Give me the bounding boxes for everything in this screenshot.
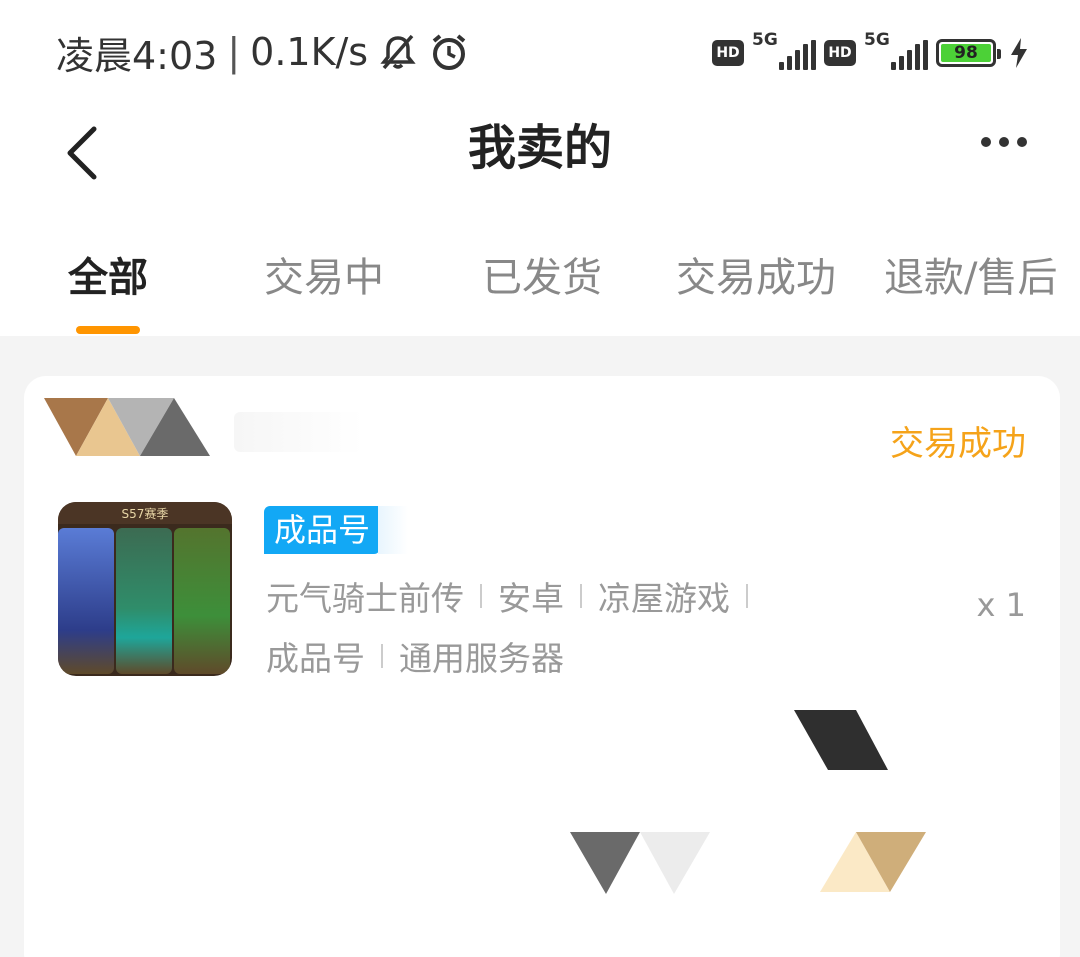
battery-level: 98 [941, 43, 991, 63]
shop-name [234, 412, 364, 452]
meta-type: 成品号 [266, 639, 365, 678]
meta-server: 通用服务器 [399, 639, 564, 678]
status-left: 凌晨4:03 | 0.1K/s [56, 26, 470, 78]
hd-badge-sim2: HD [824, 40, 856, 66]
meta-publisher: 凉屋游戏 [598, 579, 730, 618]
order-status-badge: 交易成功 [890, 424, 1026, 464]
redacted-graphic [570, 832, 710, 894]
signal-sim1: 5G [752, 30, 816, 74]
hd-badge-sim1: HD [712, 40, 744, 66]
lightning-icon [1010, 38, 1028, 68]
alarm-icon [428, 31, 470, 73]
product-meta-line1: 元气骑士前传 安卓 凉屋游戏 [266, 572, 764, 620]
quantity: x 1 [976, 586, 1026, 624]
meta-game: 元气骑士前传 [266, 579, 464, 618]
network-speed: 0.1K/s [250, 30, 369, 74]
battery-icon: 98 [936, 39, 1001, 67]
tab-trading[interactable]: 交易中 [264, 248, 384, 308]
status-right: HD 5G HD 5G 98 [712, 30, 1028, 76]
more-dots-icon [981, 137, 991, 147]
signal-sim2: 5G [864, 30, 928, 74]
shop-avatar [44, 398, 224, 466]
status-bar: 凌晨4:03 | 0.1K/s HD 5G HD 5G 98 [0, 0, 1080, 100]
product-thumbnail[interactable]: S57赛季 [58, 502, 232, 676]
meta-platform: 安卓 [498, 579, 564, 618]
status-time: 凌晨4:03 [56, 33, 218, 78]
signal-bars-icon [891, 40, 928, 70]
page-title: 我卖的 [467, 120, 612, 176]
signal-bars-icon [779, 40, 816, 70]
status-separator: | [227, 30, 241, 74]
network-type-sim2: 5G [864, 30, 890, 50]
product-meta-line2: 成品号 通用服务器 [266, 632, 564, 680]
order-card[interactable]: 交易成功 S57赛季 成品号 元气骑士前传 安卓 凉屋游戏 成品号 通用服务器 … [24, 376, 1060, 957]
redacted-graphic [820, 832, 926, 892]
more-button[interactable] [968, 120, 1040, 164]
thumbnail-banner: S57赛季 [58, 502, 232, 524]
active-tab-indicator [76, 326, 140, 334]
tab-bar: 全部 交易中 已发货 交易成功 退款/售后 [0, 240, 1080, 336]
tab-shipped[interactable]: 已发货 [482, 248, 602, 308]
mute-icon [378, 32, 418, 72]
tab-success[interactable]: 交易成功 [676, 248, 836, 308]
product-type-tag: 成品号 [264, 506, 381, 554]
network-type-sim1: 5G [752, 30, 778, 50]
tab-all[interactable]: 全部 [68, 248, 148, 308]
tab-refund[interactable]: 退款/售后 [884, 248, 1057, 308]
redacted-graphic [794, 710, 888, 770]
